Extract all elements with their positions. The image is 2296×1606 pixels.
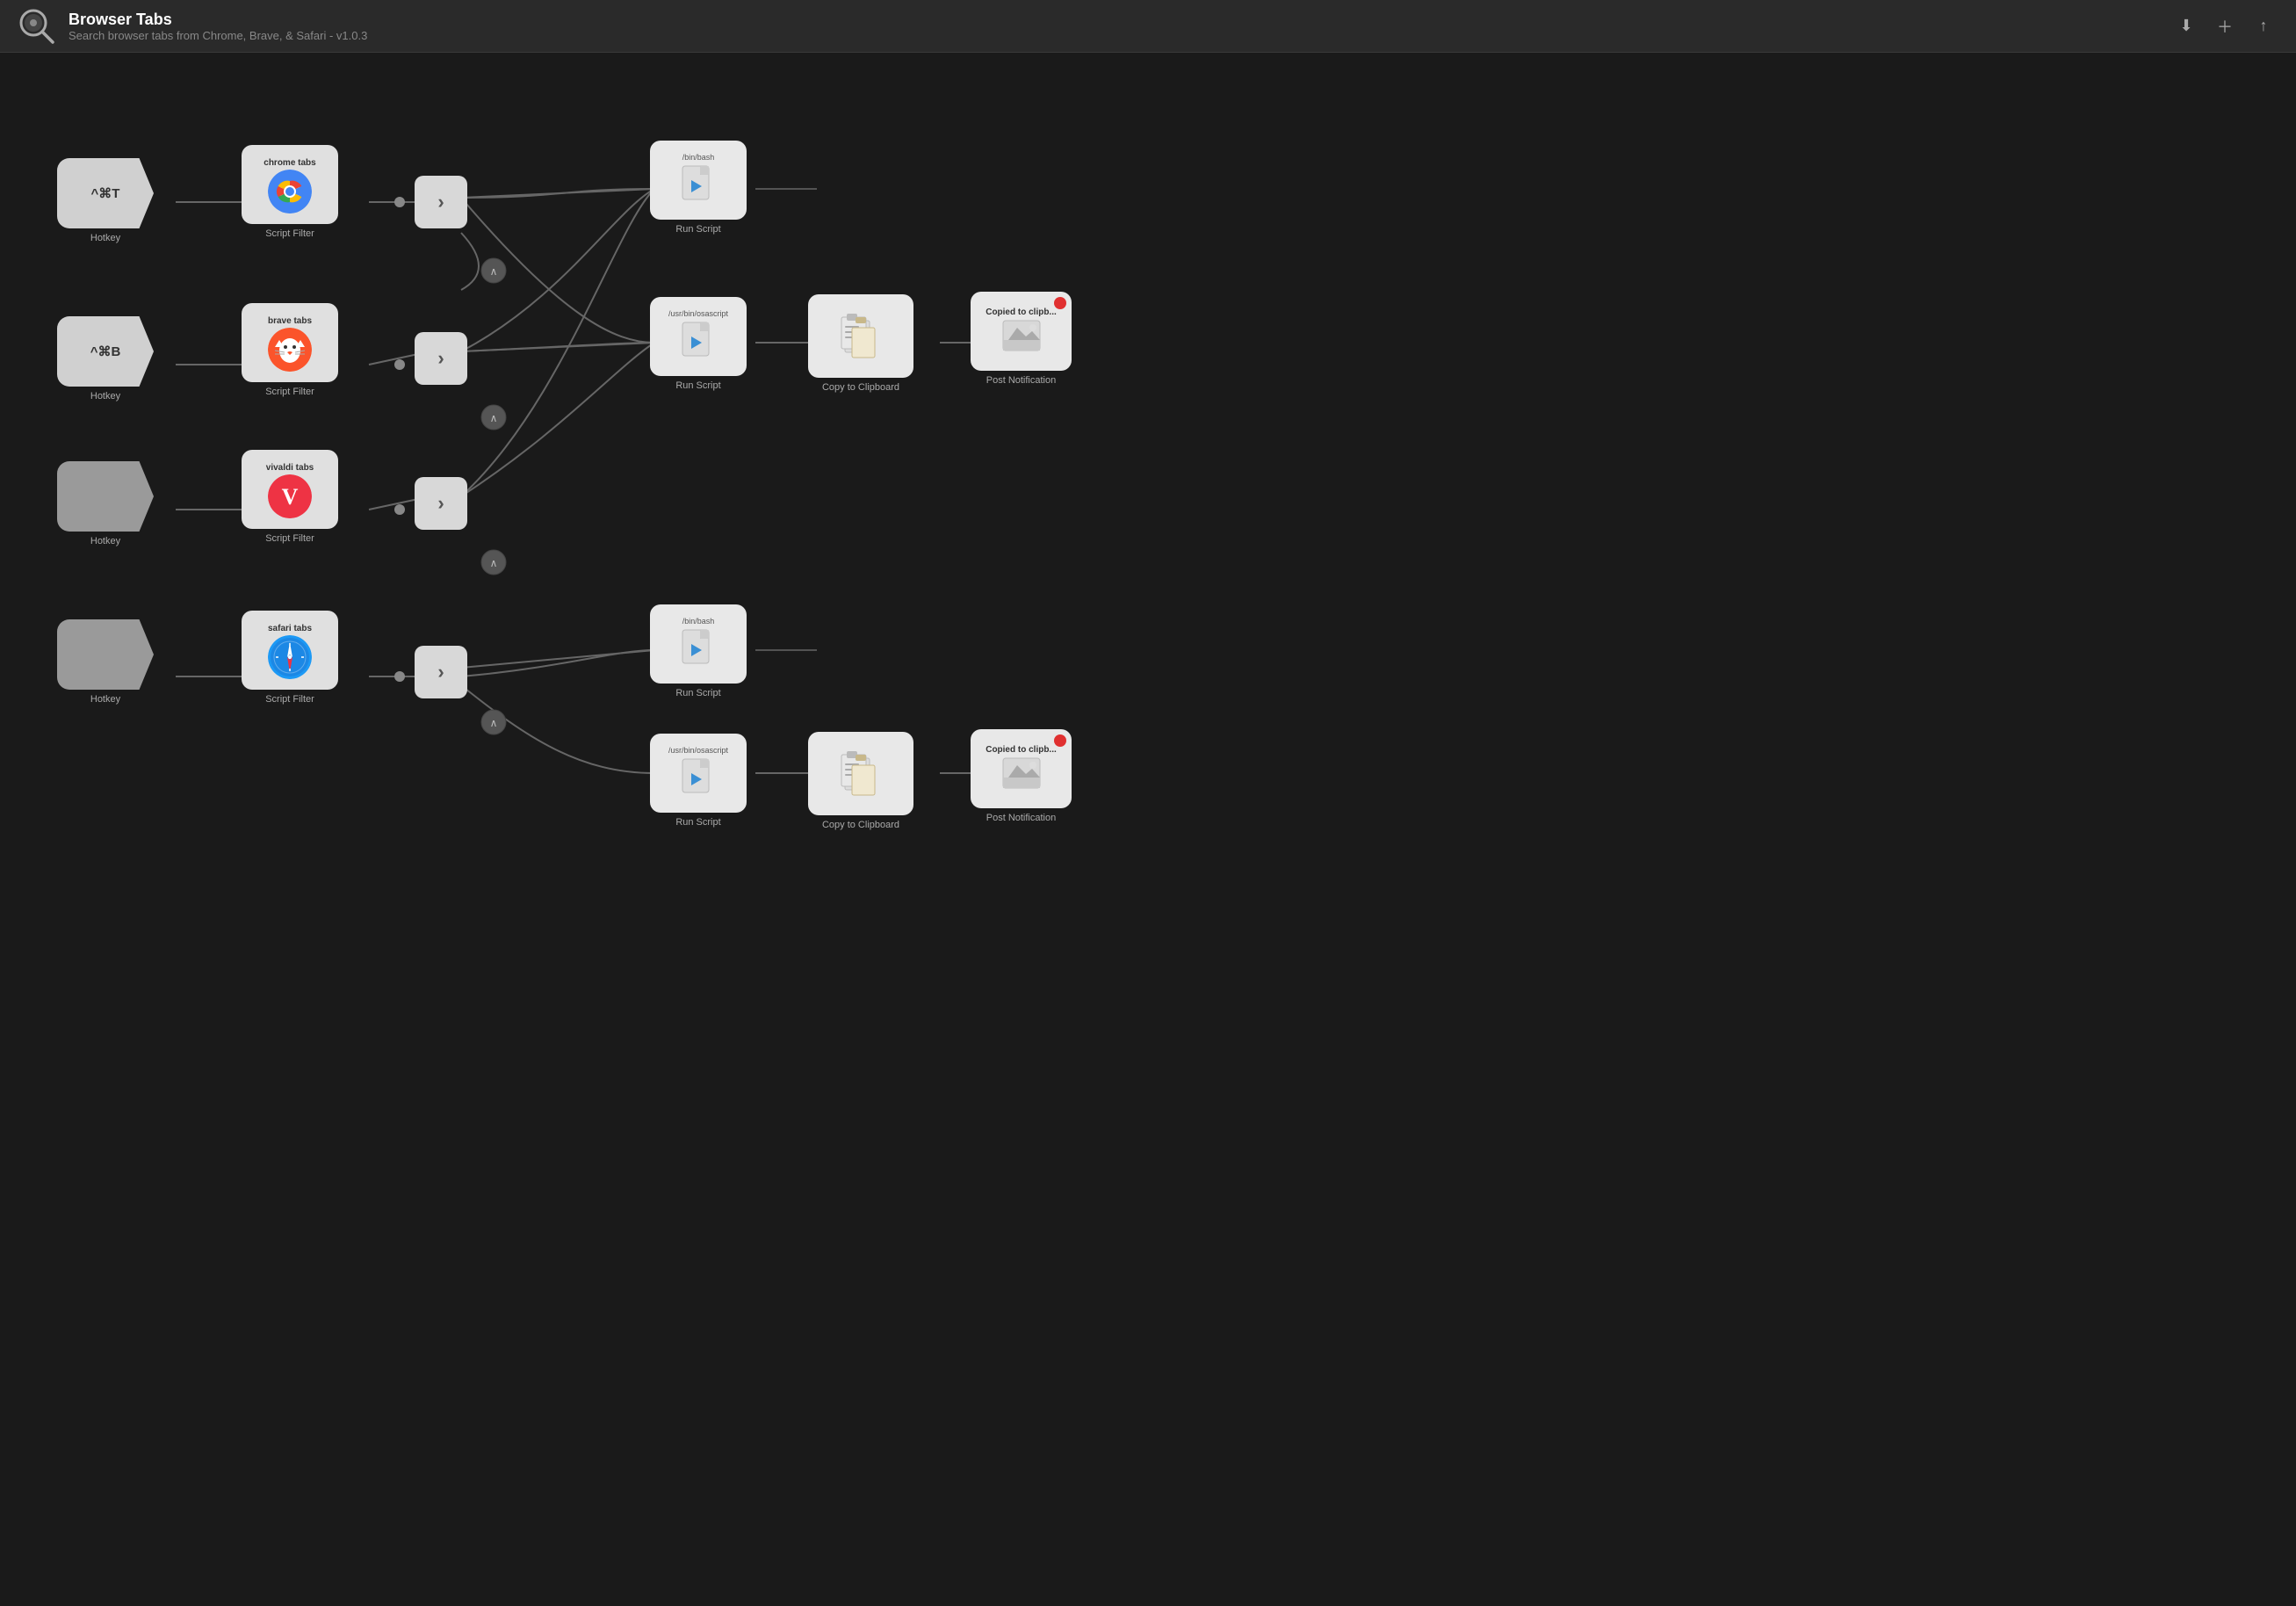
copy2-box[interactable] (808, 732, 913, 815)
chrome-arrow-filter-node[interactable]: › (415, 176, 467, 228)
vivaldi-hotkey-node[interactable]: Hotkey (57, 461, 154, 546)
vivaldi-sf-label: Script Filter (265, 533, 314, 544)
copy-clipboard-1-node[interactable]: Copy to Clipboard (808, 294, 913, 393)
brave-script-filter-node[interactable]: brave tabs (242, 303, 338, 397)
safari-sf-title: safari tabs (268, 624, 312, 633)
copy1-label: Copy to Clipboard (822, 382, 899, 393)
app-title: Browser Tabs (69, 11, 367, 29)
copy-clipboard-2-node[interactable]: Copy to Clipboard (808, 732, 913, 830)
chrome-script-filter-node[interactable]: chrome tabs (242, 145, 338, 239)
vivaldi-arrow-box[interactable]: › (415, 477, 467, 530)
svg-text:∧: ∧ (490, 557, 498, 569)
brave-icon (268, 328, 312, 372)
brave-sf-label: Script Filter (265, 387, 314, 397)
chrome-sf-label: Script Filter (265, 228, 314, 239)
connection-lines: ∧ ∧ ∧ ∧ (0, 53, 2296, 1606)
chrome-arrow-box[interactable]: › (415, 176, 467, 228)
osascript-rs2-label: Run Script (675, 380, 720, 391)
post-notification-2-node[interactable]: Copied to clipb... Post Notification (971, 729, 1072, 823)
header-actions: ⬇ ＋ ↑ (2171, 11, 2278, 41)
osascript-rs2-box[interactable]: /usr/bin/osascript (650, 297, 747, 376)
chrome-sf-title: chrome tabs (264, 158, 315, 168)
osascript-run-script-4-node[interactable]: /usr/bin/osascript Run Script (650, 734, 747, 828)
bash-rs1-label: Run Script (675, 224, 720, 235)
brave-sf-box[interactable]: brave tabs (242, 303, 338, 382)
bash-rs3-box[interactable]: /bin/bash (650, 604, 747, 684)
bash-rs3-label: Run Script (675, 688, 720, 698)
notify1-box[interactable]: Copied to clipb... (971, 292, 1072, 371)
header-text: Browser Tabs Search browser tabs from Ch… (69, 11, 367, 42)
copy1-box[interactable] (808, 294, 913, 378)
bash-rs1-box[interactable]: /bin/bash (650, 141, 747, 220)
bash-run-script-3-node[interactable]: /bin/bash Run Script (650, 604, 747, 698)
osascript-rs4-box[interactable]: /usr/bin/osascript (650, 734, 747, 813)
svg-text:∧: ∧ (490, 717, 498, 729)
osascript-rs4-path: /usr/bin/osascript (668, 746, 728, 755)
safari-arrow-filter-node[interactable]: › (415, 646, 467, 698)
notify1-title: Copied to clipb... (986, 307, 1057, 317)
safari-sf-label: Script Filter (265, 694, 314, 705)
notify1-badge (1054, 297, 1066, 309)
osascript-run-script-2-node[interactable]: /usr/bin/osascript Run Script (650, 297, 747, 391)
notify2-label: Post Notification (986, 813, 1056, 823)
export-button[interactable]: ＋ (2210, 11, 2240, 41)
safari-script-filter-node[interactable]: safari tabs (242, 611, 338, 705)
vivaldi-arrow-filter-node[interactable]: › (415, 477, 467, 530)
svg-text:∧: ∧ (490, 265, 498, 278)
chrome-icon (268, 170, 312, 213)
bash-run-script-1-node[interactable]: /bin/bash Run Script (650, 141, 747, 235)
safari-hotkey-box[interactable] (57, 619, 154, 690)
brave-hotkey-node[interactable]: ^⌘B Hotkey (57, 316, 154, 402)
osascript-rs4-label: Run Script (675, 817, 720, 828)
notify2-box[interactable]: Copied to clipb... (971, 729, 1072, 808)
brave-sf-title: brave tabs (268, 316, 312, 326)
svg-text:∧: ∧ (490, 412, 498, 424)
brave-hotkey-box[interactable]: ^⌘B (57, 316, 154, 387)
copy2-label: Copy to Clipboard (822, 820, 899, 830)
chrome-hotkey-node[interactable]: ^⌘T Hotkey (57, 158, 154, 243)
brave-arrow-filter-node[interactable]: › (415, 332, 467, 385)
post-notification-1-node[interactable]: Copied to clipb... Post Notification (971, 292, 1072, 386)
share-button[interactable]: ↑ (2249, 11, 2278, 41)
import-button[interactable]: ⬇ (2171, 11, 2201, 41)
app-header: Browser Tabs Search browser tabs from Ch… (0, 0, 2296, 53)
vivaldi-hotkey-label: Hotkey (90, 536, 120, 546)
chrome-sf-box[interactable]: chrome tabs (242, 145, 338, 224)
notify2-badge (1054, 734, 1066, 747)
bash-rs3-path: /bin/bash (682, 617, 715, 626)
chrome-hotkey-label: Hotkey (90, 233, 120, 243)
safari-hotkey-node[interactable]: Hotkey (57, 619, 154, 705)
vivaldi-sf-title: vivaldi tabs (266, 463, 314, 473)
vivaldi-icon: V (268, 474, 312, 518)
svg-text:V: V (282, 484, 299, 510)
chrome-hotkey-box[interactable]: ^⌘T (57, 158, 154, 228)
safari-hotkey-label: Hotkey (90, 694, 120, 705)
brave-hotkey-label: Hotkey (90, 391, 120, 402)
notify2-title: Copied to clipb... (986, 745, 1057, 755)
safari-icon (268, 635, 312, 679)
brave-arrow-box[interactable]: › (415, 332, 467, 385)
app-icon (18, 7, 56, 46)
notify1-label: Post Notification (986, 375, 1056, 386)
safari-sf-box[interactable]: safari tabs (242, 611, 338, 690)
vivaldi-hotkey-box[interactable] (57, 461, 154, 532)
vivaldi-sf-box[interactable]: vivaldi tabs V (242, 450, 338, 529)
safari-arrow-box[interactable]: › (415, 646, 467, 698)
osascript-rs2-path: /usr/bin/osascript (668, 309, 728, 318)
app-subtitle: Search browser tabs from Chrome, Brave, … (69, 29, 367, 42)
bash-rs1-path: /bin/bash (682, 153, 715, 162)
vivaldi-script-filter-node[interactable]: vivaldi tabs V Script Filter (242, 450, 338, 544)
workflow-canvas: ∧ ∧ ∧ ∧ ^⌘T Hotkey chrome tabs (0, 53, 2296, 1606)
